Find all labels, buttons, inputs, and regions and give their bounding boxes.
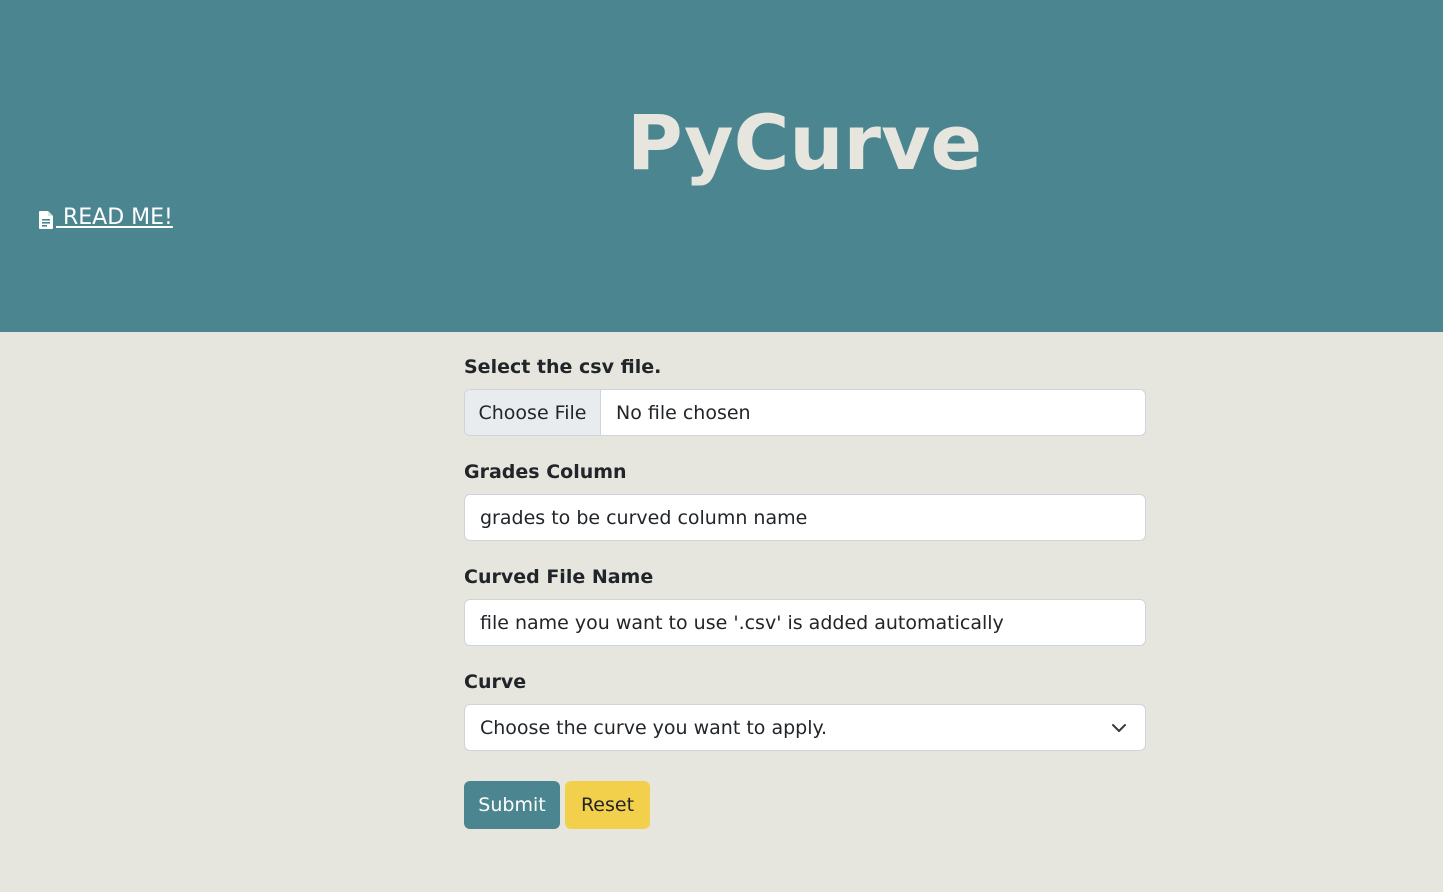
file-status: No file chosen	[616, 401, 751, 424]
file-input[interactable]: Choose File No file chosen	[464, 389, 1146, 436]
choose-file-button[interactable]: Choose File	[465, 390, 601, 435]
reset-button[interactable]: Reset	[565, 781, 650, 829]
readme-label: READ ME!	[56, 205, 173, 230]
file-label: Select the csv file.	[464, 356, 662, 378]
curve-selected-value: Choose the curve you want to apply.	[480, 716, 828, 739]
grades-column-input[interactable]: grades to be curved column name	[464, 494, 1146, 541]
curved-file-name-placeholder: file name you want to use '.csv' is adde…	[480, 611, 1004, 634]
submit-button[interactable]: Submit	[464, 781, 560, 829]
file-document-icon	[39, 211, 53, 229]
page-header: PyCurve READ ME!	[0, 0, 1443, 332]
page-title: PyCurve	[626, 98, 983, 187]
curved-file-name-label: Curved File Name	[464, 566, 654, 588]
grades-column-placeholder: grades to be curved column name	[480, 506, 808, 529]
readme-link[interactable]: READ ME!	[38, 203, 173, 233]
curve-label: Curve	[464, 671, 527, 693]
curve-select[interactable]: Choose the curve you want to apply.	[464, 704, 1146, 751]
curved-file-name-input[interactable]: file name you want to use '.csv' is adde…	[464, 599, 1146, 646]
grades-column-label: Grades Column	[464, 461, 627, 483]
chevron-down-icon	[1112, 724, 1126, 732]
